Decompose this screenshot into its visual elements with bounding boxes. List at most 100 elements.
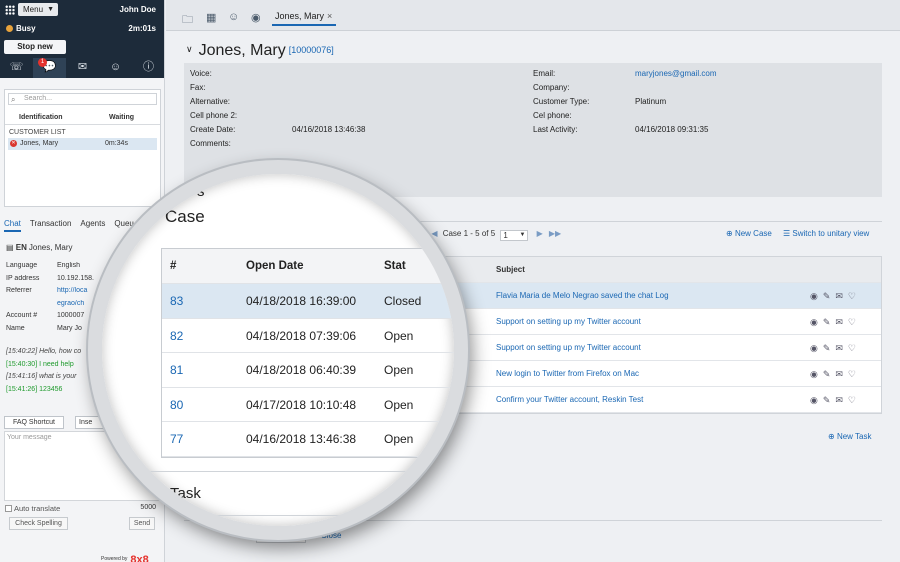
view-icon[interactable]: ◉ bbox=[810, 395, 823, 405]
view-icon[interactable]: ◉ bbox=[810, 369, 823, 379]
calendar-icon[interactable]: ▦ bbox=[206, 11, 216, 24]
new-task-label: New Task bbox=[836, 432, 872, 441]
table-row[interactable]: 82 04/18/2018 07:39:06 Open bbox=[162, 319, 454, 353]
detail-key: Create Date: bbox=[190, 125, 236, 134]
tag-icon[interactable]: ♡ bbox=[848, 317, 861, 327]
task-section-header[interactable]: 〉 Task bbox=[152, 484, 201, 502]
task-section-title: Task bbox=[170, 485, 201, 502]
chat-icon[interactable]: 💬 1 bbox=[33, 58, 66, 78]
email-icon[interactable]: ✉ bbox=[835, 317, 848, 327]
details-left: Voice: Fax: Alternative: Cell phone 2: C… bbox=[190, 69, 530, 153]
search-input[interactable]: ⌕ Search... bbox=[8, 93, 157, 105]
email-icon[interactable]: ✉ bbox=[835, 395, 848, 405]
table-row[interactable]: 81 04/18/2018 06:40:39 Open bbox=[162, 353, 454, 388]
info-icon[interactable]: ⓘ bbox=[132, 58, 165, 78]
col-number[interactable]: # bbox=[162, 249, 246, 283]
edit-icon[interactable]: ✎ bbox=[823, 317, 836, 327]
phone-icon[interactable]: ☏ bbox=[0, 58, 33, 78]
close-icon[interactable]: ✕ bbox=[10, 140, 17, 147]
info-value: 1000007 bbox=[57, 312, 85, 319]
info-value: Mary Jo bbox=[57, 324, 82, 332]
table-row[interactable]: 80 04/17/2018 10:10:48 Open bbox=[162, 388, 454, 422]
auto-translate-checkbox[interactable]: Auto translate bbox=[5, 504, 60, 513]
col-subject[interactable]: Subject bbox=[495, 257, 881, 282]
new-case-button[interactable]: ⊕ New Case bbox=[726, 229, 772, 238]
email-icon[interactable]: ✉ bbox=[835, 343, 848, 353]
customer-list-header: Identification Waiting bbox=[5, 111, 160, 125]
edit-icon[interactable]: ✎ bbox=[823, 291, 836, 301]
info-key: Language bbox=[6, 262, 38, 269]
folder-icon[interactable]: 🗀 bbox=[182, 11, 193, 30]
switch-view-button[interactable]: ☰ Switch to unitary view bbox=[783, 229, 869, 238]
search-icon: ⌕ bbox=[11, 95, 16, 104]
detail-key: Cell phone 2: bbox=[190, 111, 238, 120]
check-spelling-button[interactable]: Check Spelling bbox=[9, 517, 68, 530]
case-number-link[interactable]: 83 bbox=[162, 284, 246, 318]
table-row[interactable]: 77 04/16/2018 13:46:38 Open bbox=[162, 422, 454, 457]
auto-translate-label: Auto translate bbox=[14, 504, 61, 513]
close-icon[interactable]: × bbox=[327, 11, 332, 21]
info-value: English bbox=[57, 262, 80, 269]
last-page-icon[interactable]: ▶▶ bbox=[549, 229, 561, 238]
col-open-date[interactable]: Open Date bbox=[246, 249, 384, 283]
table-row[interactable]: 83 04/18/2018 16:39:00 Closed bbox=[162, 284, 454, 319]
tab-jones-mary[interactable]: Jones, Mary × bbox=[272, 11, 337, 26]
view-icon[interactable]: ◉ bbox=[810, 291, 823, 301]
case-open-date: 04/18/2018 07:39:06 bbox=[246, 328, 357, 343]
faq-shortcut-button[interactable]: FAQ Shortcut bbox=[4, 416, 64, 429]
tag-icon[interactable]: ♡ bbox=[848, 343, 861, 353]
tag-icon[interactable]: ♡ bbox=[848, 395, 861, 405]
view-icon[interactable]: ◉ bbox=[810, 317, 823, 327]
next-page-icon[interactable]: ▶ bbox=[537, 229, 543, 238]
customer-list-label: CUSTOMER LIST bbox=[9, 129, 66, 136]
detail-key: Comments: bbox=[190, 139, 231, 148]
page-select[interactable]: 1 ▼ bbox=[500, 230, 529, 241]
stop-new-button[interactable]: Stop new bbox=[4, 40, 66, 54]
email-icon[interactable]: ✉ bbox=[835, 291, 848, 301]
new-task-button[interactable]: ⊕ New Task bbox=[828, 432, 871, 441]
row-actions: ◉✎✉♡ bbox=[810, 361, 861, 387]
tag-icon[interactable]: ♡ bbox=[848, 291, 861, 301]
referrer-link[interactable]: egrao/ch bbox=[57, 300, 84, 307]
customer-row[interactable]: ✕ Jones, Mary 0m:34s bbox=[8, 138, 157, 150]
list-icon: ☰ bbox=[783, 229, 793, 238]
contacts-icon[interactable]: ☺ bbox=[228, 11, 239, 23]
detail-key: Email: bbox=[533, 69, 556, 78]
detail-value: Platinum bbox=[635, 97, 667, 106]
edit-icon[interactable]: ✎ bbox=[823, 343, 836, 353]
chevron-down-icon[interactable]: ∨ bbox=[186, 44, 193, 54]
info-key: Name bbox=[6, 324, 25, 332]
search-placeholder: Search... bbox=[24, 95, 53, 102]
eye-icon[interactable]: ◉ bbox=[251, 11, 261, 24]
edit-icon[interactable]: ✎ bbox=[823, 395, 836, 405]
checkbox-icon bbox=[5, 505, 12, 512]
tab-transaction[interactable]: Transaction bbox=[30, 219, 72, 232]
edit-icon[interactable]: ✎ bbox=[823, 369, 836, 379]
tab-chat[interactable]: Chat bbox=[4, 219, 21, 232]
email-icon[interactable]: ✉ bbox=[835, 369, 848, 379]
apps-grid-icon[interactable] bbox=[5, 5, 15, 15]
mail-icon[interactable]: ✉ bbox=[66, 58, 99, 78]
customer-name: Jones, Mary bbox=[20, 140, 59, 147]
col-identification[interactable]: Identification bbox=[5, 111, 105, 124]
case-number-link[interactable]: 81 bbox=[162, 353, 246, 387]
case-number-link[interactable]: 80 bbox=[162, 388, 246, 422]
case-status: Closed bbox=[384, 294, 422, 308]
case-number-link[interactable]: 82 bbox=[162, 319, 246, 353]
email-link[interactable]: maryjones@gmail.com bbox=[635, 69, 716, 78]
customer-wait: 0m:34s bbox=[105, 140, 128, 147]
row-actions: ◉✎✉♡ bbox=[810, 283, 861, 309]
record-id-link[interactable]: [10000076] bbox=[289, 45, 334, 55]
status-selector[interactable]: Busy bbox=[6, 24, 36, 33]
referrer-link[interactable]: http://loca bbox=[57, 287, 87, 294]
col-waiting[interactable]: Waiting bbox=[105, 111, 160, 124]
menu-button[interactable]: Menu ▼ bbox=[18, 3, 58, 16]
row-actions: ◉✎✉♡ bbox=[810, 309, 861, 335]
view-icon[interactable]: ◉ bbox=[810, 343, 823, 353]
chat-message: [15:41:26] 123456 bbox=[6, 385, 63, 393]
tag-icon[interactable]: ♡ bbox=[848, 369, 861, 379]
case-number-link[interactable]: 77 bbox=[162, 422, 246, 456]
switch-view-label: Switch to unitary view bbox=[792, 229, 870, 238]
agent-header: Menu ▼ John Doe Busy 2m:01s Stop new ☏ 💬 1… bbox=[0, 0, 164, 78]
contacts-icon[interactable]: ☺ bbox=[99, 58, 132, 78]
